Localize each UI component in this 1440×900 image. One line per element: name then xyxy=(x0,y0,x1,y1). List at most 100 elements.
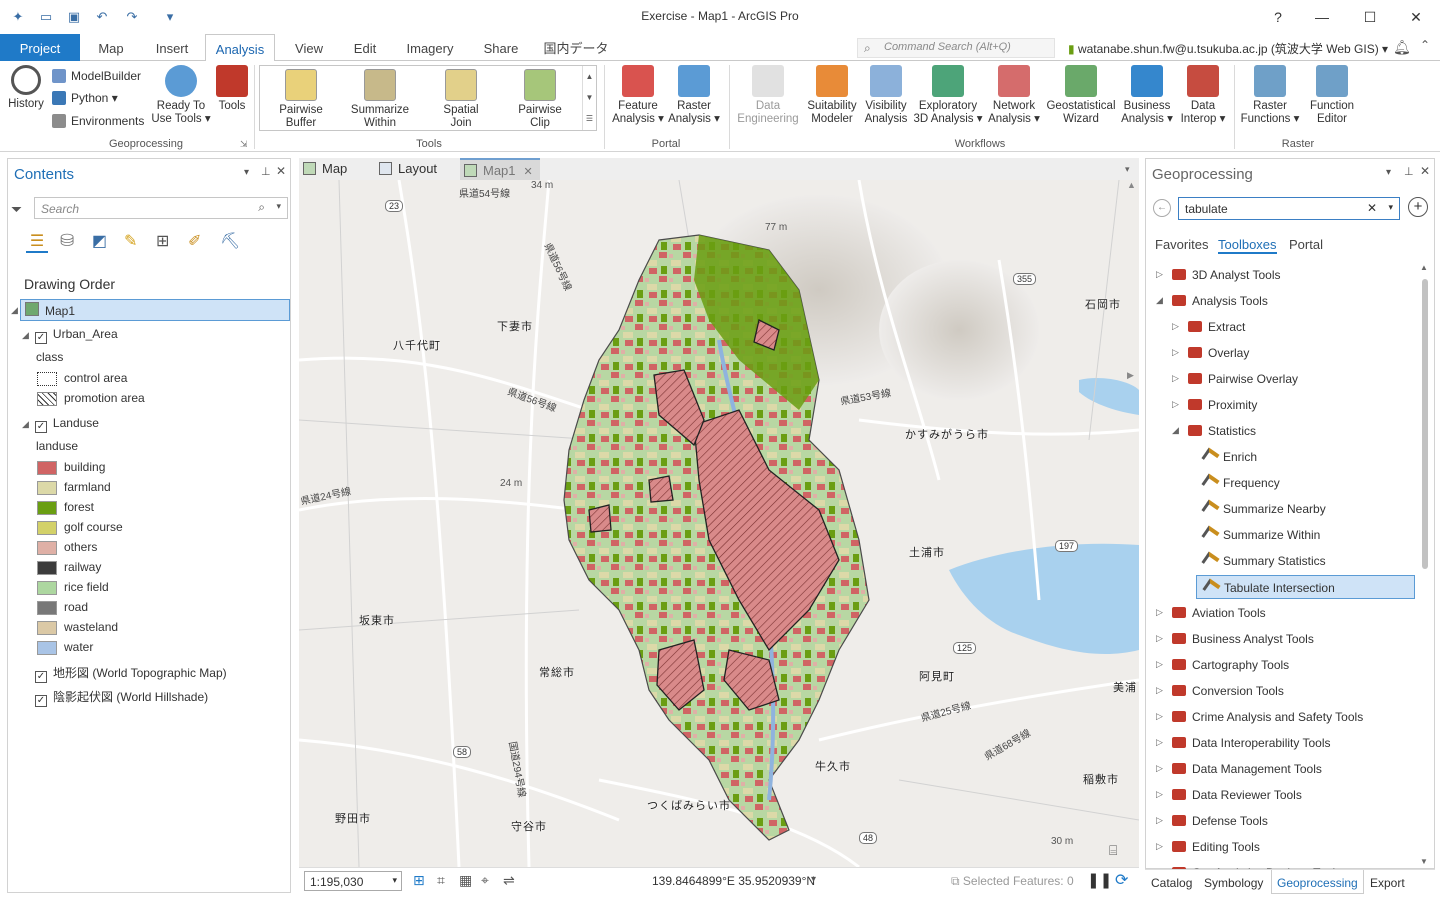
list-by-perspective-icon[interactable]: ⛏ xyxy=(220,231,240,251)
toolbox-tree-item[interactable]: Enrich xyxy=(1146,445,1418,469)
view-tab-map[interactable]: Map xyxy=(303,161,347,176)
constraints-icon[interactable]: ⇌ xyxy=(503,872,515,889)
filter-icon[interactable]: ⏷ xyxy=(11,201,22,218)
toolbox-tree-item[interactable]: ▷ 3D Analyst Tools xyxy=(1146,263,1418,287)
tab-edit[interactable]: Edit xyxy=(342,34,388,61)
expand-arrow[interactable]: ▷ xyxy=(1156,815,1163,826)
expand-arrow[interactable]: ▷ xyxy=(1156,607,1163,618)
layer-landuse[interactable]: ◢ ✓ Landuse xyxy=(22,416,99,433)
table-icon[interactable]: ▦ xyxy=(459,872,472,889)
grid-icon[interactable]: ⌗ xyxy=(437,872,445,889)
expand-arrow[interactable]: ▷ xyxy=(1156,269,1163,280)
chevron-down-icon[interactable]: ▾ xyxy=(1388,202,1393,213)
notification-bell-icon[interactable]: 🔔︎ xyxy=(1393,39,1411,56)
expand-arrow[interactable]: ▷ xyxy=(1156,711,1163,722)
tab-toolboxes[interactable]: Toolboxes xyxy=(1218,237,1277,254)
list-by-editing-icon[interactable]: ✎ xyxy=(124,231,137,251)
data-interop-button[interactable]: Data Interop ▾ xyxy=(1176,65,1230,126)
pause-drawing-icon[interactable]: ❚❚ xyxy=(1087,871,1112,889)
toolbox-tree-item[interactable]: ▷ Proximity xyxy=(1146,393,1418,417)
visibility-analysis-button[interactable]: Visibility Analysis xyxy=(860,65,912,126)
expand-arrow[interactable]: ▷ xyxy=(1156,633,1163,644)
map-scroll-right[interactable]: ▶ xyxy=(1127,370,1134,381)
expand-arrow[interactable]: ▷ xyxy=(1172,373,1179,384)
tab-view[interactable]: View xyxy=(285,34,333,61)
pin-icon[interactable]: ⊥ xyxy=(261,165,271,178)
legend-swatch[interactable] xyxy=(37,501,57,515)
toolbox-tree-item[interactable]: ▷ Data Interoperability Tools xyxy=(1146,731,1418,755)
gallery-scroll[interactable]: ▲ ▼ ☰ xyxy=(582,66,596,130)
pairwise-clip-button[interactable]: Pairwise Clip xyxy=(509,69,571,130)
basemap-layer[interactable]: ✓ 陰影起伏図 (World Hillshade) xyxy=(35,688,208,707)
toolbox-tree-item[interactable]: ▷ Business Analyst Tools xyxy=(1146,627,1418,651)
list-by-drawing-order-icon[interactable]: ☰ xyxy=(26,231,48,253)
pane-close-icon[interactable]: ✕ xyxy=(1420,164,1430,178)
tree-scrollbar[interactable]: ▲ ▼ xyxy=(1420,263,1430,869)
legend-swatch[interactable] xyxy=(37,641,57,655)
navigator-icon[interactable]: ⌸ xyxy=(1109,842,1117,859)
tab-favorites[interactable]: Favorites xyxy=(1155,237,1208,252)
legend-swatch[interactable] xyxy=(37,581,57,595)
expand-arrow[interactable]: ▷ xyxy=(1156,789,1163,800)
tab-insert[interactable]: Insert xyxy=(146,34,198,61)
modelbuilder-button[interactable]: ModelBuilder xyxy=(52,69,141,83)
toolbox-tree-item[interactable]: Summary Statistics xyxy=(1146,549,1418,573)
toolbox-tree-item[interactable]: ▷ Crime Analysis and Safety Tools xyxy=(1146,705,1418,729)
data-engineering-button[interactable]: Data Engineering xyxy=(736,65,800,126)
pairwise-buffer-button[interactable]: Pairwise Buffer xyxy=(270,69,332,130)
expand-arrow[interactable]: ▷ xyxy=(1156,763,1163,774)
toolbox-tree-item[interactable]: ▷ Data Reviewer Tools xyxy=(1146,783,1418,807)
expand-arrow[interactable]: ▷ xyxy=(1156,659,1163,670)
legend-swatch[interactable] xyxy=(37,541,57,555)
toolbox-tree-item[interactable]: Summarize Nearby xyxy=(1146,497,1418,521)
toolbox-tree-item[interactable]: ▷ Pairwise Overlay xyxy=(1146,367,1418,391)
tab-map[interactable]: Map xyxy=(86,34,136,61)
pane-menu-icon[interactable]: ▾ xyxy=(1386,167,1391,178)
expand-arrow[interactable]: ▷ xyxy=(1172,399,1179,410)
summarize-within-button[interactable]: Summarize Within xyxy=(349,69,411,130)
pin-icon[interactable]: ⊥ xyxy=(1404,165,1414,178)
list-by-data-source-icon[interactable]: ⛁ xyxy=(60,231,74,251)
collapse-arrow[interactable]: ◢ xyxy=(22,330,29,340)
toolbox-tree-item[interactable]: ◢ Analysis Tools xyxy=(1146,289,1418,313)
legend-swatch[interactable] xyxy=(37,621,57,635)
ready-to-use-tools-button[interactable]: Ready To Use Tools ▾ xyxy=(150,65,212,126)
layer-visibility-checkbox[interactable]: ✓ xyxy=(35,671,47,683)
tab-kokunai-data[interactable]: 国内データ xyxy=(540,34,612,61)
tab-portal[interactable]: Portal xyxy=(1289,237,1323,252)
expand-arrow[interactable]: ◢ xyxy=(1156,295,1163,306)
legend-swatch[interactable] xyxy=(37,561,57,575)
scale-selector[interactable]: 1:195,030 ▾ xyxy=(304,871,402,891)
view-tab-layout[interactable]: Layout xyxy=(379,161,437,176)
contents-search-input[interactable]: Search ⌕ ▾ xyxy=(34,197,288,219)
refresh-icon[interactable]: ⟳ xyxy=(1115,870,1128,890)
toolbox-tree-item[interactable]: ▷ Data Management Tools xyxy=(1146,757,1418,781)
collapse-arrow[interactable]: ◢ xyxy=(22,419,29,429)
map-layout-icon[interactable]: ⊞ xyxy=(413,872,425,889)
expand-arrow[interactable]: ▷ xyxy=(1156,737,1163,748)
toolbox-tree-item[interactable]: ▷GeoAnalytics Desktop Tools xyxy=(1146,861,1418,869)
view-tabs-menu-icon[interactable]: ▾ xyxy=(1125,164,1130,175)
tab-share[interactable]: Share xyxy=(474,34,528,61)
raster-analysis-button[interactable]: Raster Analysis ▾ xyxy=(666,65,722,126)
legend-swatch[interactable] xyxy=(37,481,57,495)
toolbox-tree-item[interactable]: ▷ Conversion Tools xyxy=(1146,679,1418,703)
toolbox-tree-item[interactable]: Tabulate Intersection xyxy=(1196,575,1415,599)
collapse-ribbon-icon[interactable]: ⌃ xyxy=(1420,38,1430,52)
dialog-launcher-icon[interactable]: ⇲ xyxy=(240,139,248,150)
toolbox-tree-item[interactable]: ▷ Overlay xyxy=(1146,341,1418,365)
tab-imagery[interactable]: Imagery xyxy=(398,34,462,61)
view-tab-map1[interactable]: Map1 ✕ xyxy=(460,158,540,180)
toolbox-tree-item[interactable]: Frequency xyxy=(1146,471,1418,495)
function-editor-button[interactable]: Function Editor xyxy=(1302,65,1362,126)
legend-swatch[interactable] xyxy=(37,372,57,386)
close-tab-icon[interactable]: ✕ xyxy=(524,166,533,178)
layer-visibility-checkbox[interactable]: ✓ xyxy=(34,332,47,344)
suitability-modeler-button[interactable]: Suitability Modeler xyxy=(804,65,860,126)
expand-arrow[interactable]: ▷ xyxy=(1172,321,1179,332)
toolbox-tree-item[interactable]: Summarize Within xyxy=(1146,523,1418,547)
coordinate-format-dropdown[interactable]: ▾ xyxy=(811,874,816,885)
add-icon[interactable]: + xyxy=(1408,197,1428,217)
pane-close-icon[interactable]: ✕ xyxy=(276,164,286,178)
toolbox-tree-item[interactable]: ▷ Editing Tools xyxy=(1146,835,1418,859)
